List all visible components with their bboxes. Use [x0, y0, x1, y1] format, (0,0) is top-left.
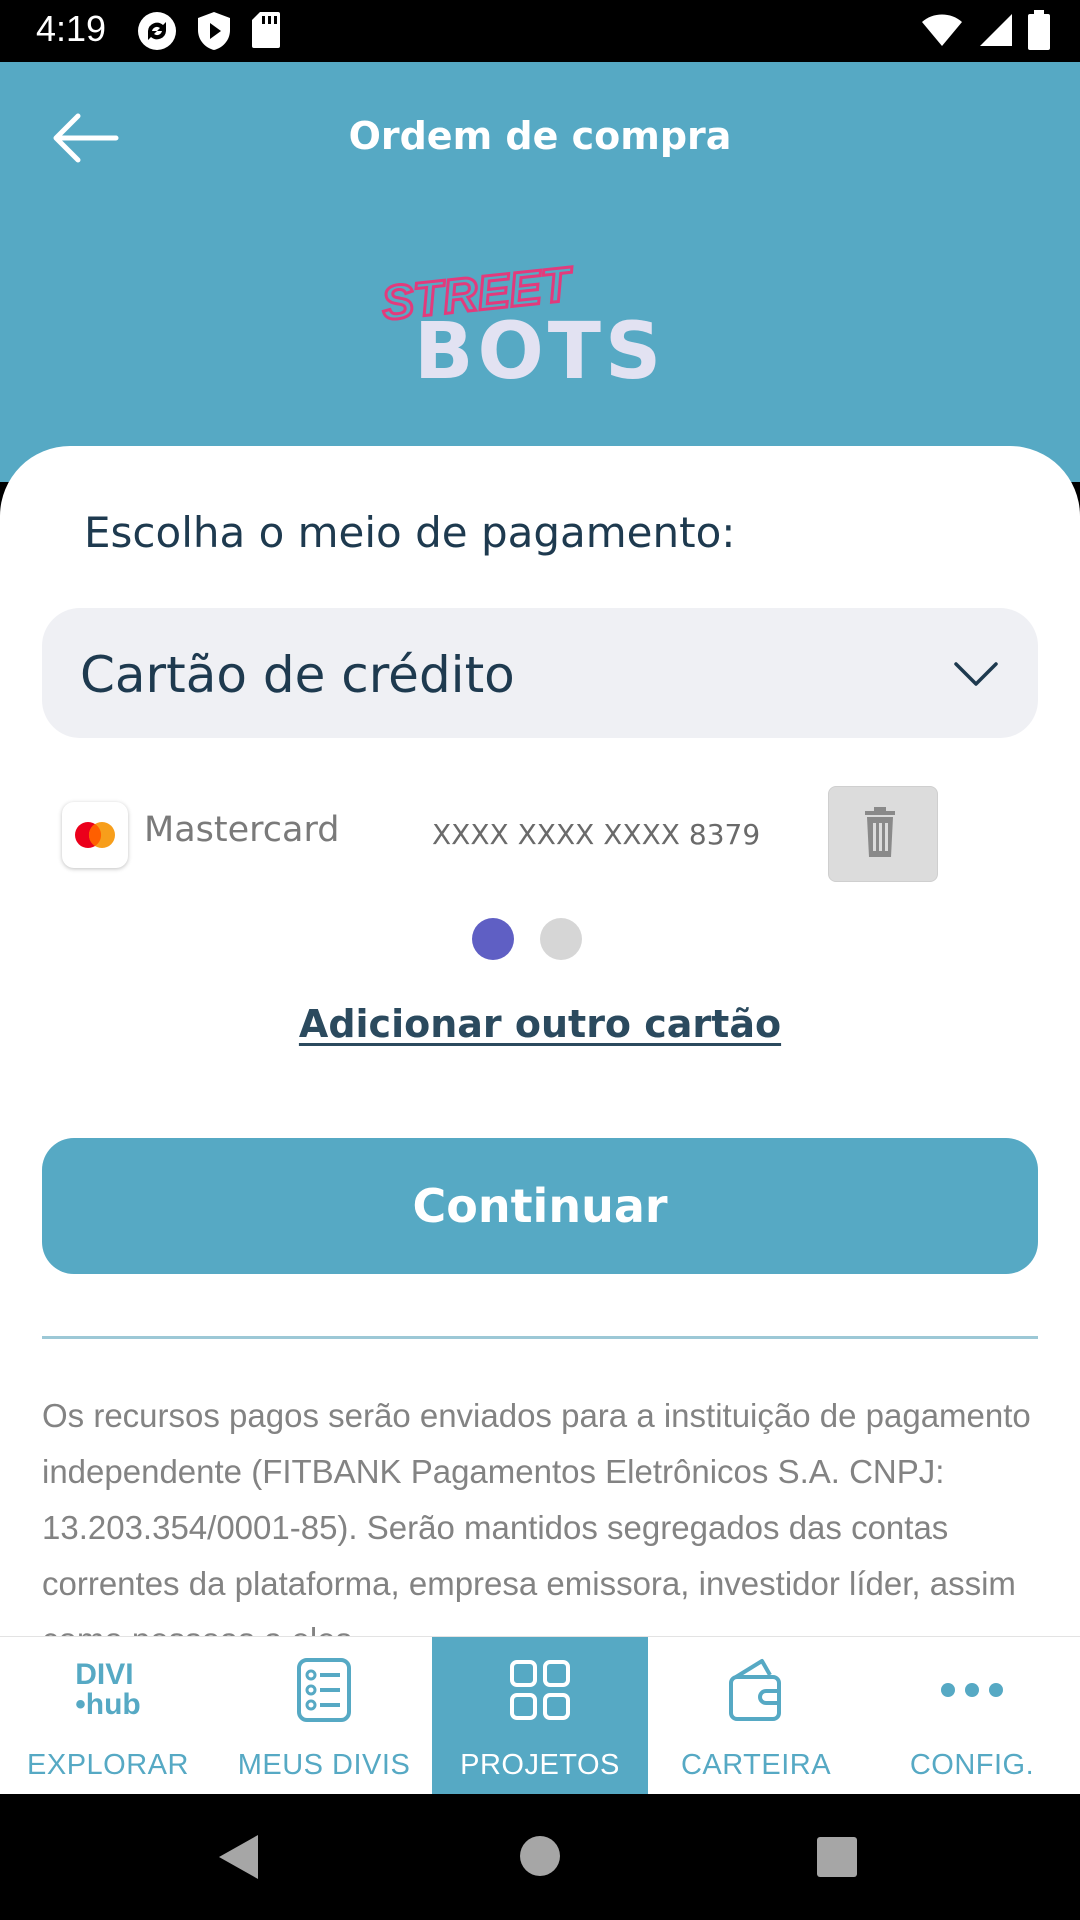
nav-label: MEUS DIVIS [237, 1749, 411, 1781]
carousel-dot[interactable] [540, 918, 582, 960]
nav-item-projetos[interactable]: PROJETOS [432, 1637, 648, 1795]
sync-icon [138, 12, 176, 50]
disclaimer-text: Os recursos pagos serão enviados para a … [42, 1397, 1031, 1636]
header: Ordem de compra STREET BOTS [0, 62, 1080, 482]
divihub-logo-icon: DIVI •hub [75, 1658, 141, 1721]
nav-item-meus-divis[interactable]: MEUS DIVIS [216, 1637, 432, 1795]
saved-card[interactable]: Mastercard XXXX XXXX XXXX 8379 [62, 786, 962, 882]
bottom-nav: DIVI •hub EXPLORAR MEUS DIVIS PROJETOS C… [0, 1636, 1080, 1795]
recents-square-icon[interactable] [816, 1836, 858, 1878]
battery-icon [1028, 10, 1050, 50]
add-card-link[interactable]: Adicionar outro cartão [0, 1002, 1080, 1046]
carousel-dot-active[interactable] [472, 918, 514, 960]
wifi-icon [922, 14, 962, 46]
system-nav-bar [0, 1794, 1080, 1920]
carousel-indicator [0, 918, 1080, 964]
payment-method-select[interactable]: Cartão de crédito [42, 608, 1038, 738]
status-bar: 4:19 [0, 0, 1080, 62]
sd-card-icon [252, 12, 280, 48]
nav-label: CONFIG. [909, 1749, 1035, 1781]
back-triangle-icon[interactable] [216, 1832, 260, 1882]
more-dots-icon [941, 1683, 1003, 1697]
nav-item-explorar[interactable]: DIVI •hub EXPLORAR [0, 1637, 216, 1795]
shield-play-icon [198, 12, 230, 50]
divider [42, 1336, 1038, 1339]
payment-sheet: Escolha o meio de pagamento: Cartão de c… [0, 446, 1080, 1636]
svg-text:BOTS: BOTS [414, 307, 665, 390]
payment-method-value: Cartão de crédito [80, 646, 515, 704]
wallet-icon [729, 1659, 781, 1721]
section-title: Escolha o meio de pagamento: [84, 508, 736, 557]
system-icons [920, 10, 1050, 50]
page-title: Ordem de compra [348, 114, 732, 158]
chevron-down-icon [954, 662, 998, 686]
trash-icon [865, 807, 895, 857]
nav-label: EXPLORAR [27, 1749, 189, 1781]
list-icon [297, 1658, 351, 1722]
card-number: XXXX XXXX XXXX 8379 [432, 818, 761, 851]
grid-icon [510, 1660, 570, 1720]
nav-label: CARTEIRA [680, 1749, 832, 1781]
home-circle-icon[interactable] [518, 1834, 562, 1878]
street-bots-logo: STREET BOTS [378, 256, 665, 390]
delete-card-button[interactable] [828, 786, 938, 882]
card-brand-label: Mastercard [144, 810, 340, 850]
nav-item-config[interactable]: CONFIG. [864, 1637, 1080, 1795]
status-time: 4:19 [36, 8, 107, 49]
continue-button[interactable]: Continuar [42, 1138, 1038, 1274]
notification-icons [136, 10, 282, 52]
nav-item-carteira[interactable]: CARTEIRA [648, 1637, 864, 1795]
signal-icon [980, 14, 1012, 46]
nav-label: PROJETOS [460, 1749, 620, 1781]
mastercard-icon [62, 802, 128, 868]
